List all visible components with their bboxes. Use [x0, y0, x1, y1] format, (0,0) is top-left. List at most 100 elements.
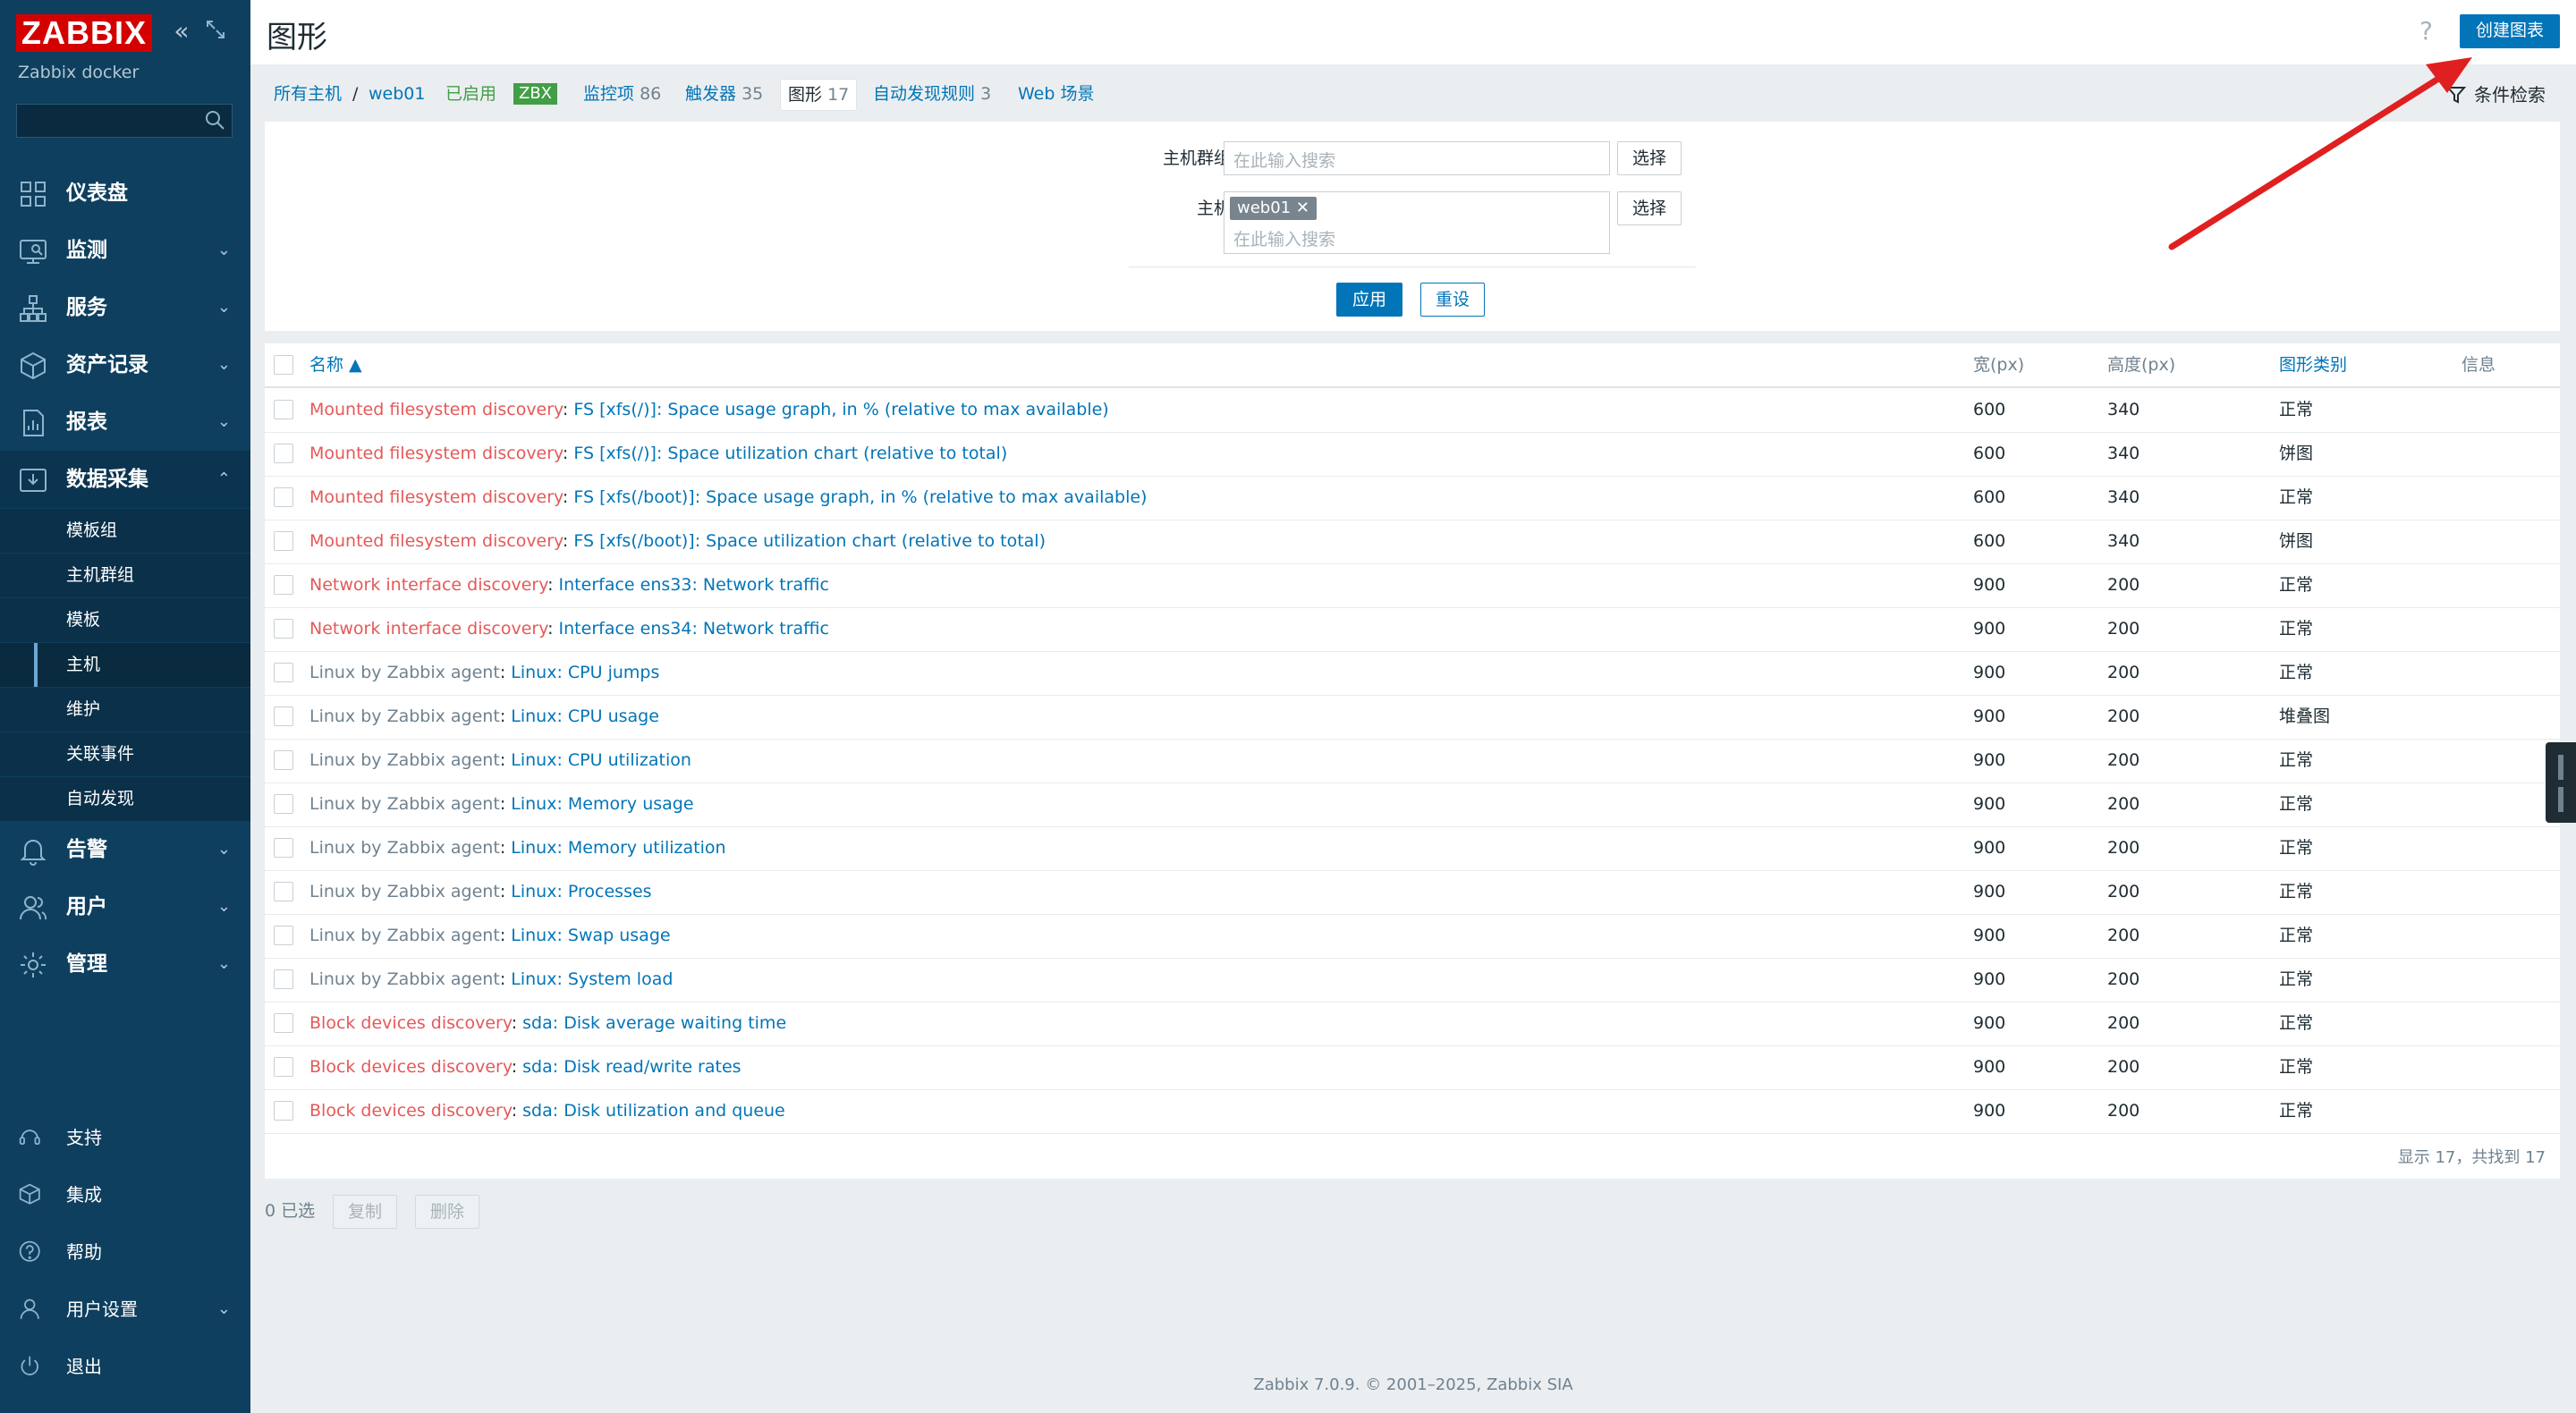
row-checkbox[interactable] — [274, 663, 293, 682]
template-link[interactable]: Block devices discovery — [309, 1057, 512, 1077]
graph-link[interactable]: sda: Disk utilization and queue — [522, 1101, 785, 1121]
menu-item-7[interactable]: 用户 ⌄ — [0, 878, 250, 935]
host-status-enabled[interactable]: 已启用 — [445, 79, 496, 109]
row-checkbox[interactable] — [274, 1101, 293, 1121]
graph-link[interactable]: Linux: CPU usage — [511, 706, 659, 726]
collapse-sidebar-icon[interactable]: « — [168, 18, 195, 45]
row-checkbox[interactable] — [274, 750, 293, 770]
tab-discovery-rules[interactable]: 自动发现规则 3 — [873, 79, 991, 109]
zabbix-logo[interactable]: ZABBIX — [16, 14, 152, 52]
submenu-item[interactable]: 模板组 — [0, 508, 250, 553]
menu-item-1[interactable]: 监测 ⌄ — [0, 222, 250, 279]
tab-web-scenarios[interactable]: Web 场景 — [1018, 79, 1094, 109]
graph-link[interactable]: Linux: CPU jumps — [511, 663, 659, 682]
delete-button[interactable]: 删除 — [415, 1195, 480, 1229]
kiosk-mode-icon[interactable] — [202, 18, 229, 45]
hostgroup-select-button[interactable]: 选择 — [1617, 141, 1682, 175]
template-link[interactable]: Linux by Zabbix agent — [309, 663, 500, 682]
tab-items[interactable]: 监控项 86 — [583, 79, 661, 109]
submenu-item[interactable]: 维护 — [0, 687, 250, 732]
row-checkbox[interactable] — [274, 444, 293, 463]
menu-item-8[interactable]: 管理 ⌄ — [0, 935, 250, 993]
template-link[interactable]: Mounted filesystem discovery — [309, 487, 563, 507]
row-checkbox[interactable] — [274, 400, 293, 419]
template-link[interactable]: Linux by Zabbix agent — [309, 969, 500, 989]
menu-item-6[interactable]: 告警 ⌄ — [0, 821, 250, 878]
template-link[interactable]: Linux by Zabbix agent — [309, 882, 500, 901]
graph-link[interactable]: Linux: CPU utilization — [511, 750, 691, 770]
template-link[interactable]: Mounted filesystem discovery — [309, 400, 563, 419]
host-link[interactable]: web01 — [369, 84, 425, 104]
tab-graphs[interactable]: 图形 17 — [780, 79, 858, 111]
row-checkbox[interactable] — [274, 619, 293, 639]
template-link[interactable]: Mounted filesystem discovery — [309, 444, 563, 463]
menu-item-0[interactable]: 仪表盘 — [0, 165, 250, 222]
graph-link[interactable]: Linux: Swap usage — [511, 926, 670, 945]
hostgroup-input[interactable]: 在此输入搜索 — [1224, 141, 1610, 175]
help-icon[interactable]: ? — [2419, 16, 2433, 46]
row-checkbox[interactable] — [274, 794, 293, 814]
submenu-item[interactable]: 主机 — [0, 642, 250, 687]
search-icon[interactable] — [203, 108, 226, 131]
template-link[interactable]: Block devices discovery — [309, 1101, 512, 1121]
host-input[interactable]: web01 ✕ 在此输入搜索 — [1224, 191, 1610, 254]
template-link[interactable]: Network interface discovery — [309, 619, 547, 639]
host-select-button[interactable]: 选择 — [1617, 191, 1682, 225]
reset-filter-button[interactable]: 重设 — [1420, 283, 1486, 317]
submenu-item[interactable]: 自动发现 — [0, 776, 250, 821]
graph-link[interactable]: FS [xfs(/)]: Space usage graph, in % (re… — [573, 400, 1108, 419]
apply-filter-button[interactable]: 应用 — [1336, 283, 1403, 317]
create-graph-button[interactable]: 创建图表 — [2459, 14, 2560, 48]
select-all-checkbox[interactable] — [274, 355, 293, 375]
copy-button[interactable]: 复制 — [333, 1195, 398, 1229]
host-tag[interactable]: web01 ✕ — [1230, 197, 1317, 220]
filter-toggle[interactable]: 条件检索 — [2438, 79, 2546, 111]
graph-link[interactable]: FS [xfs(/)]: Space utilization chart (re… — [573, 444, 1007, 463]
row-checkbox[interactable] — [274, 969, 293, 989]
row-checkbox[interactable] — [274, 706, 293, 726]
template-link[interactable]: Network interface discovery — [309, 575, 547, 595]
template-link[interactable]: Linux by Zabbix agent — [309, 838, 500, 858]
row-checkbox[interactable] — [274, 926, 293, 945]
graph-link[interactable]: Linux: System load — [511, 969, 673, 989]
graph-link[interactable]: Interface ens34: Network traffic — [559, 619, 829, 639]
row-checkbox[interactable] — [274, 1013, 293, 1033]
template-link[interactable]: Block devices discovery — [309, 1013, 512, 1033]
all-hosts-link[interactable]: 所有主机 — [274, 84, 342, 104]
template-link[interactable]: Linux by Zabbix agent — [309, 750, 500, 770]
column-graph-type[interactable]: 图形类别 — [2279, 343, 2347, 386]
template-link[interactable]: Linux by Zabbix agent — [309, 706, 500, 726]
row-checkbox[interactable] — [274, 838, 293, 858]
bottom-menu-item[interactable]: 集成 — [0, 1166, 250, 1223]
tab-triggers[interactable]: 触发器 35 — [685, 79, 763, 109]
breadcrumb-all-hosts[interactable]: 所有主机 — [274, 79, 342, 109]
row-checkbox[interactable] — [274, 575, 293, 595]
graph-link[interactable]: Linux: Processes — [511, 882, 651, 901]
template-link[interactable]: Linux by Zabbix agent — [309, 926, 500, 945]
graph-link[interactable]: sda: Disk average waiting time — [522, 1013, 786, 1033]
remove-tag-icon[interactable]: ✕ — [1296, 199, 1309, 217]
submenu-item[interactable]: 关联事件 — [0, 732, 250, 776]
column-name[interactable]: 名称 ▲ — [309, 343, 362, 386]
menu-item-4[interactable]: 报表 ⌄ — [0, 393, 250, 451]
bottom-menu-item[interactable]: 退出 — [0, 1338, 250, 1395]
graph-link[interactable]: FS [xfs(/boot)]: Space usage graph, in %… — [573, 487, 1147, 507]
bottom-menu-item[interactable]: 用户设置 ⌄ — [0, 1281, 250, 1338]
menu-item-5[interactable]: 数据采集 ⌃ — [0, 451, 250, 508]
bottom-menu-item[interactable]: 支持 — [0, 1109, 250, 1166]
template-link[interactable]: Mounted filesystem discovery — [309, 531, 563, 551]
submenu-item[interactable]: 模板 — [0, 597, 250, 642]
submenu-item[interactable]: 主机群组 — [0, 553, 250, 597]
row-checkbox[interactable] — [274, 531, 293, 551]
graph-link[interactable]: Linux: Memory utilization — [511, 838, 725, 858]
graph-link[interactable]: FS [xfs(/boot)]: Space utilization chart… — [573, 531, 1046, 551]
side-handle[interactable] — [2546, 742, 2576, 823]
graph-link[interactable]: sda: Disk read/write rates — [522, 1057, 741, 1077]
graph-link[interactable]: Linux: Memory usage — [511, 794, 693, 814]
sidebar-search-input[interactable] — [16, 104, 233, 138]
graph-link[interactable]: Interface ens33: Network traffic — [559, 575, 829, 595]
row-checkbox[interactable] — [274, 487, 293, 507]
menu-item-3[interactable]: 资产记录 ⌄ — [0, 336, 250, 393]
row-checkbox[interactable] — [274, 1057, 293, 1077]
menu-item-2[interactable]: 服务 ⌄ — [0, 279, 250, 336]
